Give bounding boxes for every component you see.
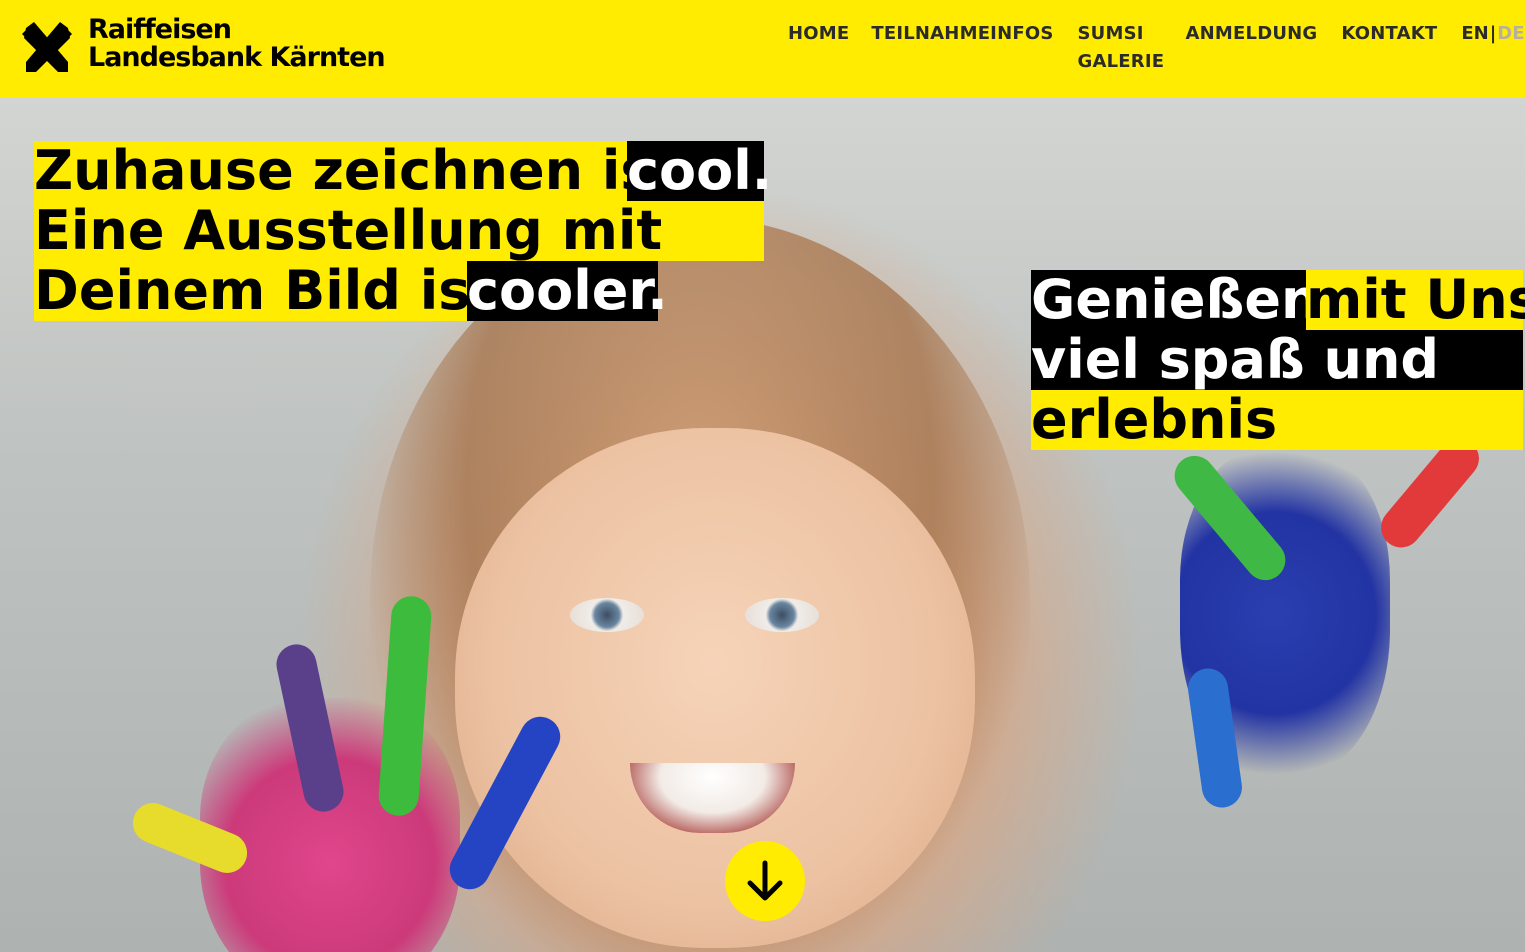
hero-photo-eye-right: [745, 598, 819, 632]
lang-de-link[interactable]: DE: [1497, 20, 1524, 48]
nav-kontakt[interactable]: KONTAKT: [1341, 20, 1437, 48]
raiffeisen-logo[interactable]: Raiffeisen Landesbank Kärnten: [20, 14, 386, 74]
headline-segment-black: Genießen: [1031, 268, 1320, 331]
headline-line: viel spaß und: [1031, 330, 1523, 390]
headline-line: erlebnis: [1031, 390, 1523, 450]
nav-anmeldung[interactable]: ANMELDUNG: [1186, 20, 1318, 48]
hero-photo-eye-left: [570, 598, 644, 632]
lang-separator: |: [1489, 23, 1497, 44]
logo-line-1: Raiffeisen: [88, 14, 232, 45]
site-header: Raiffeisen Landesbank Kärnten HOME TEILN…: [0, 0, 1525, 98]
logo-line-2: Landesbank Kärnten: [88, 42, 386, 73]
arrow-down-icon: [747, 860, 783, 901]
headline-segment-yellow: mit Uns: [1306, 268, 1525, 331]
headline-line: Eine Ausstellung mit: [34, 201, 764, 261]
nav-sumsi-galerie[interactable]: SUMSI GALERIE: [1078, 20, 1174, 76]
headline-line: Genießen mit Uns: [1031, 268, 1525, 331]
headline-segment-yellow: erlebnis: [1031, 390, 1523, 450]
nav-teilnahmeinfos[interactable]: TEILNAHMEINFOS: [871, 20, 1053, 48]
headline-segment-yellow: Deinem Bild ist: [34, 259, 497, 322]
headline-segment-yellow: Zuhause zeichnen ist: [34, 139, 679, 202]
headline-line: Zuhause zeichnen ist cool.: [34, 139, 773, 202]
headline-segment-black: viel spaß und: [1031, 330, 1523, 390]
headline-segment-black: cool.: [627, 139, 773, 202]
nav-home[interactable]: HOME: [788, 20, 849, 48]
lang-en-link[interactable]: EN: [1461, 20, 1488, 48]
language-switcher: EN | DE: [1461, 20, 1524, 48]
headline-segment-black: cooler.: [467, 259, 668, 322]
crossed-horse-heads-icon: [22, 22, 72, 72]
headline-segment-yellow: Eine Ausstellung mit: [34, 201, 764, 261]
hero-headline-left: Zuhause zeichnen ist cool. Eine Ausstell…: [34, 139, 773, 321]
headline-line: Deinem Bild ist cooler.: [34, 261, 764, 321]
main-navigation: HOME TEILNAHMEINFOS SUMSI GALERIE ANMELD…: [788, 20, 1525, 76]
hero-headline-right: Genießen mit Uns viel spaß und erlebnis: [1031, 268, 1525, 450]
scroll-down-button[interactable]: [725, 841, 805, 921]
hero-photo-face: [455, 428, 975, 948]
logo-wordmark: Raiffeisen Landesbank Kärnten: [88, 14, 386, 73]
